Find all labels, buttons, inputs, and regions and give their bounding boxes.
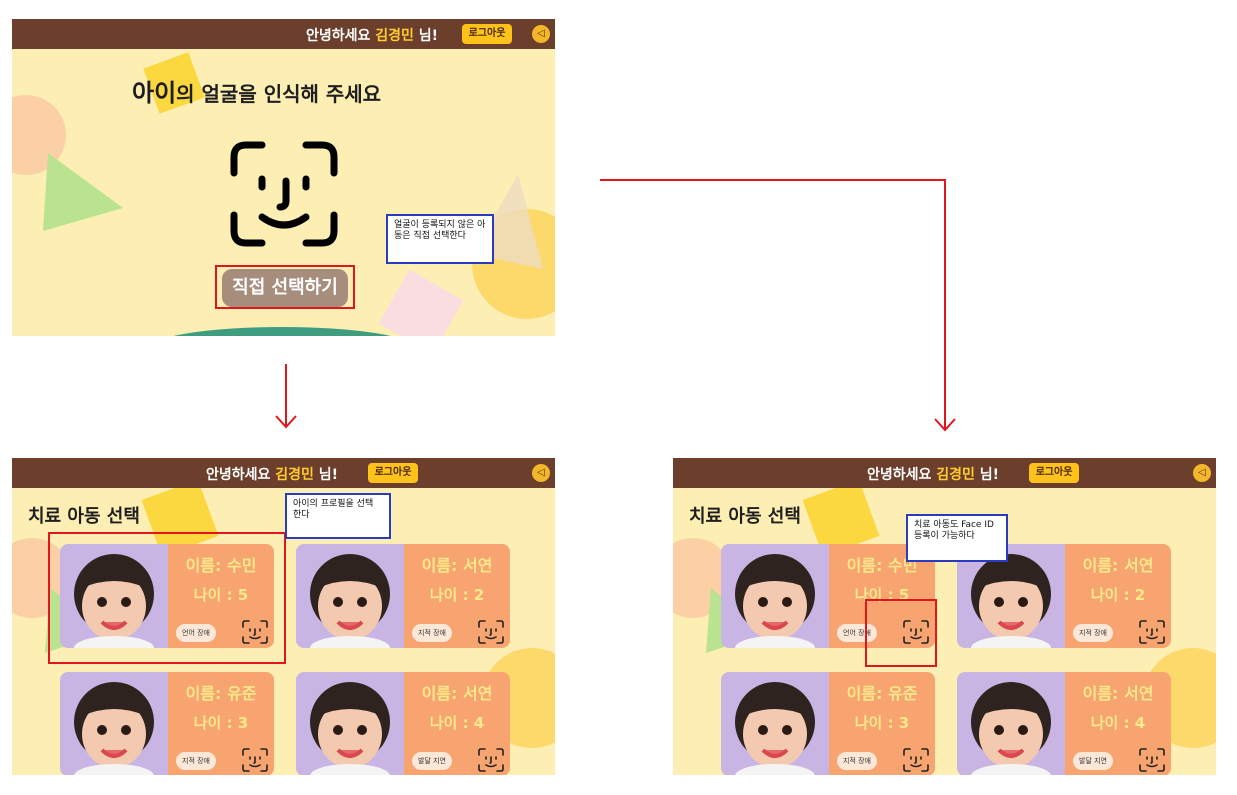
logout-button[interactable]: 로그아웃 (368, 463, 418, 483)
greeting: 안녕하세요 김경민 님! (867, 467, 1000, 483)
greeting: 안녕하세요 김경민 님! (306, 28, 439, 44)
child-photo (721, 544, 829, 648)
child-age: 나이 : 3 (193, 714, 249, 732)
face-id-icon (230, 141, 338, 247)
face-id-icon[interactable] (478, 620, 504, 644)
annotation-note-faceid: 치료 아동도 Face ID 등록이 가능하다 (906, 514, 1008, 562)
annotation-note-select: 아이의 프로필을 선택 한다 (285, 493, 391, 539)
child-select-faceid-screen: 안녕하세요 김경민 님! 로그아웃 ◁ 치료 아동 선택 이름: 수민 나이 :… (673, 458, 1216, 775)
speaker-icon[interactable]: ◁ (1193, 464, 1211, 482)
title-highlight: 아이 (132, 79, 177, 107)
child-name: 이름: 유준 (185, 684, 257, 703)
child-card[interactable]: 이름: 유준 나이 : 3 지적 장애 (721, 672, 935, 775)
child-photo (957, 672, 1065, 775)
diagnosis-badge: 지적 장애 (837, 752, 877, 770)
child-info: 이름: 유준 나이 : 3 지적 장애 (829, 672, 935, 775)
diagnosis-badge: 지적 장애 (176, 752, 216, 770)
flow-arrow-down-head (275, 415, 297, 429)
diagnosis-badge: 발달 지연 (412, 752, 452, 770)
speaker-icon[interactable]: ◁ (532, 464, 550, 482)
child-age: 나이 : 3 (854, 714, 910, 732)
face-id-icon[interactable] (242, 748, 268, 772)
child-photo (721, 672, 829, 775)
child-photo (60, 672, 168, 775)
child-card[interactable]: 이름: 서연 나이 : 2 지적 장애 (296, 544, 510, 648)
top-bar: 안녕하세요 김경민 님! 로그아웃 ◁ (12, 19, 555, 49)
child-info: 이름: 서연 나이 : 4 발달 지연 (404, 672, 510, 775)
speaker-icon[interactable]: ◁ (532, 25, 550, 43)
child-age: 나이 : 2 (1090, 586, 1146, 604)
highlight-face-id (865, 599, 937, 667)
page-title: 아이의 얼굴을 인식해 주세요 (132, 79, 382, 107)
diagnosis-badge: 지적 장애 (1073, 624, 1113, 642)
user-name: 김경민 (936, 467, 975, 483)
page-title: 치료 아동 선택 (689, 506, 801, 527)
face-id-icon[interactable] (1139, 748, 1165, 772)
diagnosis-badge: 발달 지연 (1073, 752, 1113, 770)
child-age: 나이 : 4 (429, 714, 485, 732)
deco-triangle (43, 153, 123, 231)
child-name: 이름: 서연 (421, 684, 493, 703)
face-id-icon[interactable] (903, 748, 929, 772)
user-name: 김경민 (375, 28, 414, 44)
child-name: 이름: 유준 (846, 684, 918, 703)
child-card[interactable]: 이름: 서연 나이 : 4 발달 지연 (957, 672, 1171, 775)
child-age: 나이 : 2 (429, 586, 485, 604)
face-id-icon[interactable] (478, 748, 504, 772)
page-title: 치료 아동 선택 (28, 506, 140, 527)
highlight-child-card (48, 532, 286, 664)
face-id-icon[interactable] (1139, 620, 1165, 644)
flow-arrow-right-head (934, 418, 956, 432)
child-name: 이름: 서연 (1082, 556, 1154, 575)
child-name: 이름: 서연 (1082, 684, 1154, 703)
top-bar: 안녕하세요 김경민 님! 로그아웃 ◁ (12, 458, 555, 488)
flow-arrow-right-line (944, 179, 946, 429)
annotation-note-face: 얼굴이 등록되지 않은 아동은 직접 선택한다 (386, 214, 494, 264)
child-photo (296, 544, 404, 648)
user-name: 김경민 (275, 467, 314, 483)
child-info: 이름: 서연 나이 : 2 지적 장애 (1065, 544, 1171, 648)
deco-square (378, 269, 464, 336)
child-info: 이름: 유준 나이 : 3 지적 장애 (168, 672, 274, 775)
child-info: 이름: 서연 나이 : 2 지적 장애 (404, 544, 510, 648)
logout-button[interactable]: 로그아웃 (462, 24, 512, 44)
diagnosis-badge: 지적 장애 (412, 624, 452, 642)
flow-arrow-right-line (600, 179, 945, 181)
highlight-manual-button (215, 265, 355, 309)
child-card[interactable]: 이름: 서연 나이 : 4 발달 지연 (296, 672, 510, 775)
child-name: 이름: 서연 (421, 556, 493, 575)
top-bar: 안녕하세요 김경민 님! 로그아웃 ◁ (673, 458, 1216, 488)
logout-button[interactable]: 로그아웃 (1029, 463, 1079, 483)
child-card[interactable]: 이름: 유준 나이 : 3 지적 장애 (60, 672, 274, 775)
child-photo (296, 672, 404, 775)
child-age: 나이 : 4 (1090, 714, 1146, 732)
child-info: 이름: 서연 나이 : 4 발달 지연 (1065, 672, 1171, 775)
greeting: 안녕하세요 김경민 님! (206, 467, 339, 483)
deco-hill (152, 327, 412, 336)
